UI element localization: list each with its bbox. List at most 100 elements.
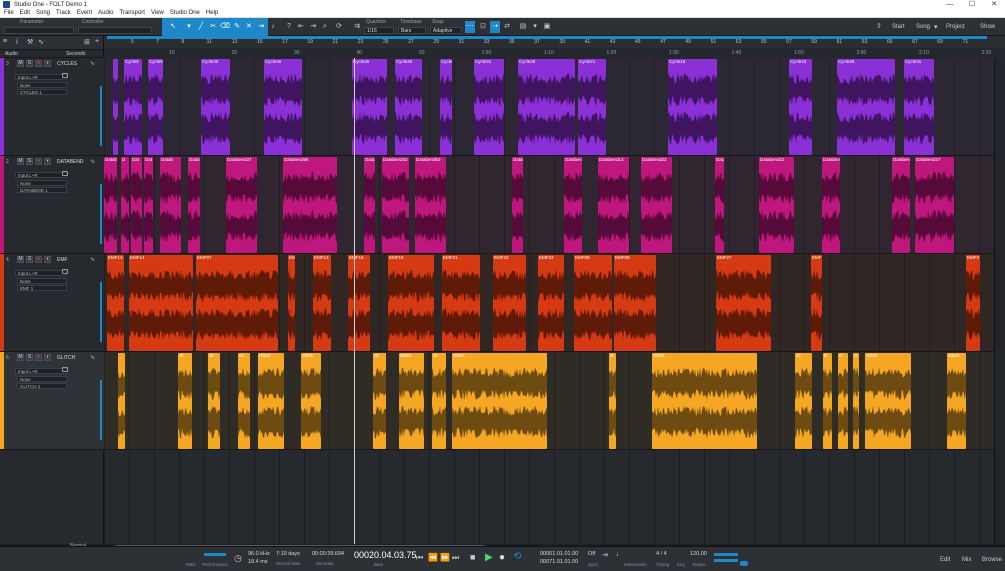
- audio-clip[interactable]: G: [853, 353, 859, 449]
- audio-clip[interactable]: G: [823, 353, 832, 449]
- input-select[interactable]: Input L+R: [15, 172, 67, 178]
- audio-clip[interactable]: G: [838, 353, 848, 449]
- playhead-cursor[interactable]: [354, 58, 355, 546]
- audio-clip[interactable]: EMF07: [196, 255, 278, 351]
- upload-icon[interactable]: ⇧: [874, 21, 884, 33]
- add-icon[interactable]: +: [95, 38, 99, 45]
- monitor-button[interactable]: ◖: [44, 158, 51, 165]
- record-arm-button[interactable]: ●: [35, 60, 42, 67]
- audio-clip[interactable]: EMF2: [966, 255, 980, 351]
- audio-clip[interactable]: Glitch: [258, 353, 284, 449]
- audio-clip[interactable]: Databend27: [915, 157, 954, 253]
- audio-clip[interactable]: Databen: [822, 157, 840, 253]
- arrange-view[interactable]: Cycle5 Cycle5 Cycle30 Cycle46 Cycle45 Cycle40…: [104, 58, 1005, 546]
- solo-button[interactable]: S: [26, 158, 33, 165]
- output-select[interactable]: CYCLES 1: [17, 89, 67, 95]
- record-arm-button[interactable]: ●: [35, 354, 42, 361]
- loop-start-time[interactable]: 00001.01.01.00: [540, 551, 578, 557]
- audio-clip[interactable]: Databend21: [759, 157, 794, 253]
- eraser-tool-icon[interactable]: ⌫: [220, 21, 230, 33]
- audio-clip[interactable]: Gl: [373, 353, 386, 449]
- mute-tool-icon[interactable]: ✕: [244, 21, 254, 33]
- route-select[interactable]: None: [17, 180, 67, 186]
- rewind-icon[interactable]: ⏪: [428, 553, 438, 562]
- edit-panel-button[interactable]: Edit: [940, 557, 950, 563]
- audio-clip[interactable]: EMF08: [574, 255, 612, 351]
- audio-clip[interactable]: Gl: [178, 353, 192, 449]
- audio-clip[interactable]: Databend53: [415, 157, 446, 253]
- parameter-select[interactable]: [4, 27, 74, 34]
- audio-clip[interactable]: EMF13: [313, 255, 331, 351]
- minimize-button[interactable]: —: [939, 0, 961, 9]
- output-select[interactable]: GLITCH 1: [17, 383, 67, 389]
- audio-clip[interactable]: Cycle40: [395, 59, 422, 155]
- track-name[interactable]: CYCLES: [57, 61, 77, 67]
- menu-audio[interactable]: Audio: [98, 10, 113, 16]
- audio-clip[interactable]: EMF08: [614, 255, 656, 351]
- audio-clip[interactable]: Data: [364, 157, 375, 253]
- audio-clip[interactable]: EMF16: [348, 255, 370, 351]
- automation-icon[interactable]: ∿: [38, 38, 44, 46]
- track-header[interactable]: 5 M S ● ◖ GLITCH ∿ Input L+R None GLITCH 1: [0, 352, 104, 450]
- speaker-icon[interactable]: [62, 171, 68, 176]
- mute-button[interactable]: M: [17, 256, 24, 263]
- audio-clip[interactable]: EM: [288, 255, 295, 351]
- mix-panel-button[interactable]: Mix: [962, 557, 971, 563]
- audio-clip[interactable]: Glitch: [301, 353, 321, 449]
- audio-clip[interactable]: Glitch: [652, 353, 757, 449]
- nudge-left-icon[interactable]: ⇤: [296, 21, 306, 33]
- audio-clip[interactable]: [113, 59, 118, 155]
- menu-edit[interactable]: Edit: [20, 10, 30, 16]
- audio-clip[interactable]: EMF23: [538, 255, 564, 351]
- menu-help[interactable]: Help: [206, 10, 218, 16]
- track-header[interactable]: 2 M S ● ◖ DATABEND ∿ Input L+R None DATABEND 1: [0, 156, 104, 254]
- save-icon[interactable]: ▣: [542, 21, 552, 33]
- audio-clip[interactable]: [118, 353, 125, 449]
- menu-song[interactable]: Song: [36, 10, 50, 16]
- audio-clip[interactable]: EMF: [811, 255, 822, 351]
- menu-view[interactable]: View: [151, 10, 164, 16]
- audio-clip[interactable]: Databen: [892, 157, 910, 253]
- record-arm-button[interactable]: ●: [35, 158, 42, 165]
- return-to-zero-icon[interactable]: ⏮: [416, 553, 423, 563]
- punch-icon[interactable]: ⇥: [602, 551, 608, 559]
- sync-value[interactable]: Off: [588, 551, 595, 557]
- loop-end-time[interactable]: 00071.01.01.00: [540, 559, 578, 565]
- output-select[interactable]: EMF 1: [17, 285, 67, 291]
- audio-clip[interactable]: Gl: [238, 353, 250, 449]
- audio-clip[interactable]: EMF21: [442, 255, 480, 351]
- audio-clip[interactable]: Databend22: [641, 157, 672, 253]
- audio-clip[interactable]: Dat: [131, 157, 142, 253]
- mute-button[interactable]: M: [17, 60, 24, 67]
- range-tool-icon[interactable]: ╱: [196, 21, 206, 33]
- solo-button[interactable]: S: [26, 256, 33, 263]
- track-header[interactable]: 3 M S ● ◖ CYCLES ∿ Input L+R None CYCLES 1: [0, 58, 104, 156]
- metronome-icon[interactable]: ♩: [616, 551, 623, 558]
- audio-clip[interactable]: Cycle28: [837, 59, 895, 155]
- audio-clip[interactable]: EMF13: [107, 255, 124, 351]
- audio-clip[interactable]: Cycle28: [518, 59, 575, 155]
- route-select[interactable]: None: [17, 278, 67, 284]
- controller-select[interactable]: [78, 27, 152, 34]
- track-name[interactable]: GLITCH: [57, 355, 75, 361]
- bend-tool-icon[interactable]: ⇥: [256, 21, 266, 33]
- audio-clip[interactable]: Glitch: [947, 353, 966, 449]
- audio-clip[interactable]: Cycle5: [124, 59, 142, 155]
- audio-clip[interactable]: Cycle23: [789, 59, 812, 155]
- fast-forward-icon[interactable]: ⏩: [440, 553, 450, 562]
- browse-panel-button[interactable]: Browse: [982, 557, 1002, 563]
- audio-clip[interactable]: Datab: [104, 157, 117, 253]
- audio-clip[interactable]: Datab: [160, 157, 181, 253]
- audio-clip[interactable]: G: [609, 353, 616, 449]
- record-arm-button[interactable]: ●: [35, 256, 42, 263]
- track-header[interactable]: 4 M S ● ◖ EMF ∿ Input L+R None EMF 1: [0, 254, 104, 352]
- track-name[interactable]: DATABEND: [57, 159, 83, 165]
- list-icon[interactable]: ≡: [3, 38, 7, 45]
- help-icon[interactable]: ?: [284, 21, 294, 33]
- monitor-button[interactable]: ◖: [44, 354, 51, 361]
- snap-select[interactable]: Adaptive: [430, 27, 462, 34]
- automation-icon[interactable]: ∿: [90, 256, 95, 263]
- paint-tool-icon[interactable]: ✎: [232, 21, 242, 33]
- track-mode-select[interactable]: Audio: [5, 51, 18, 57]
- input-select[interactable]: Input L+R: [15, 74, 67, 80]
